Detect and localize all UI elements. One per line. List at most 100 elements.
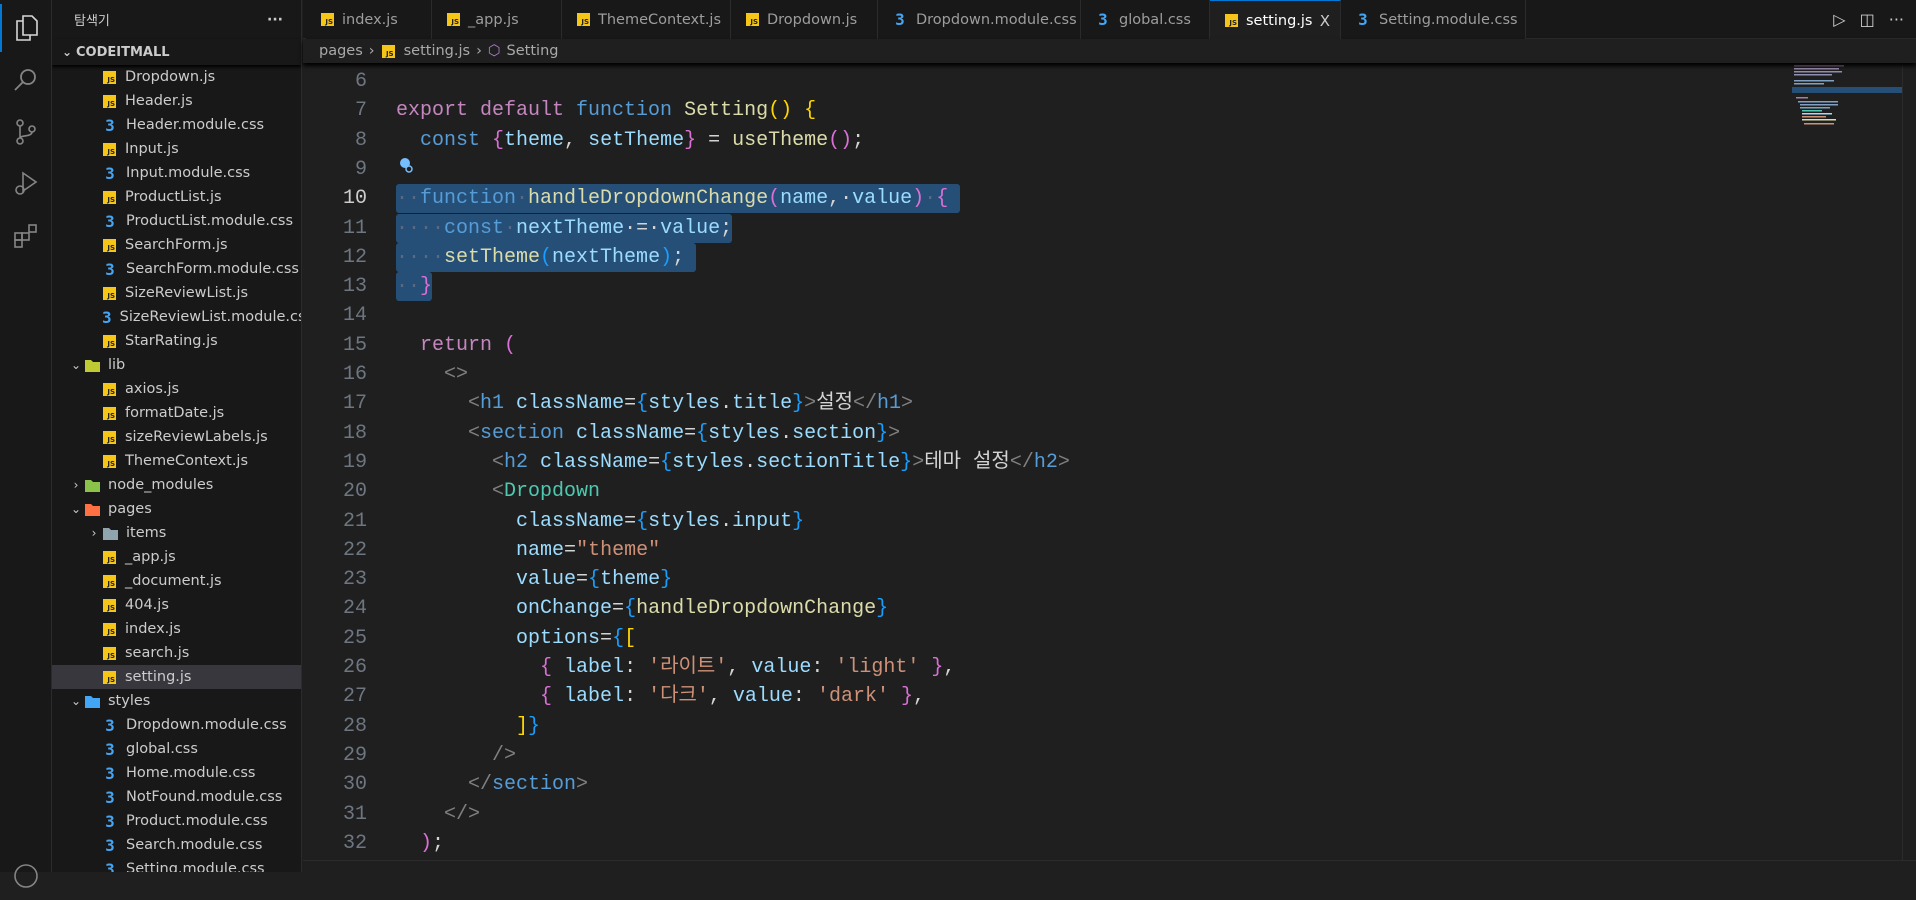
file-item[interactable]: 3 SizeReviewList.module.css	[52, 305, 301, 329]
editor-scrollbar[interactable]	[1902, 63, 1916, 860]
file-tree: JS Dropdown.js JS Header.js 3 Header.module.c…	[52, 65, 301, 872]
minimap[interactable]	[1792, 63, 1902, 133]
code-token: ;	[672, 245, 685, 269]
file-item[interactable]: JS StarRating.js	[52, 329, 301, 353]
folder-item[interactable]: › node_modules	[52, 473, 301, 497]
tab-dropdown-module-css[interactable]: 3 Dropdown.module.css	[878, 0, 1081, 39]
more-actions-icon[interactable]: ···	[267, 12, 283, 28]
css-file-icon: 3	[105, 835, 115, 855]
file-item[interactable]: JS axios.js	[52, 377, 301, 401]
lightbulb-icon[interactable]	[399, 157, 413, 177]
code-token: 'light'	[835, 656, 920, 679]
source-control-icon[interactable]	[0, 108, 52, 156]
search-icon[interactable]	[0, 56, 52, 104]
js-file-icon: JS	[1225, 14, 1238, 27]
code-token: nextTheme	[516, 216, 625, 240]
file-item[interactable]: 3 Search.module.css	[52, 833, 301, 857]
tab-label: index.js	[342, 11, 398, 28]
file-item[interactable]: 3 Setting.module.css	[52, 857, 301, 873]
code-token: name	[516, 538, 565, 562]
code-token: </	[853, 392, 878, 416]
file-item[interactable]: 3 SearchForm.module.css	[52, 257, 301, 281]
file-item[interactable]: JS ProductList.js	[52, 185, 301, 209]
code-token: value	[751, 656, 812, 679]
folder-item[interactable]: ⌄ lib	[52, 353, 301, 377]
code-token: h2	[504, 450, 541, 474]
file-item[interactable]: JS setting.js	[52, 665, 301, 689]
file-item[interactable]: 3 NotFound.module.css	[52, 785, 301, 809]
code-editor[interactable]: 6 7 export default function Setting() {8 c…	[303, 63, 1916, 860]
tab--app-js[interactable]: JS _app.js	[432, 0, 562, 39]
file-item[interactable]: 3 Product.module.css	[52, 809, 301, 833]
code-token: }	[792, 392, 805, 416]
line-number: 19	[342, 450, 367, 474]
file-item[interactable]: 3 Home.module.css	[52, 761, 301, 785]
breadcrumb-file[interactable]: setting.js	[404, 43, 470, 59]
code-token: name	[780, 187, 829, 211]
code-token: className	[516, 509, 625, 533]
file-item[interactable]: 3 Header.module.css	[52, 113, 301, 137]
tab-setting-js[interactable]: JS setting.js X	[1210, 0, 1341, 40]
file-item[interactable]: JS Header.js	[52, 89, 301, 113]
folder-item[interactable]: ⌄ styles	[52, 689, 301, 713]
folder-item[interactable]: › items	[52, 521, 301, 545]
code-token: =	[684, 421, 697, 445]
breadcrumb-folder[interactable]: pages	[319, 43, 363, 59]
code-token: {	[624, 597, 637, 621]
folder-icon	[102, 525, 118, 541]
file-item[interactable]: 3 Input.module.css	[52, 161, 301, 185]
file-item[interactable]: JS formatDate.js	[52, 401, 301, 425]
file-item[interactable]: JS index.js	[52, 617, 301, 641]
file-item[interactable]: JS 404.js	[52, 593, 301, 617]
run-debug-icon[interactable]	[0, 160, 52, 208]
tab-global-css[interactable]: 3 global.css	[1081, 0, 1210, 39]
file-item[interactable]: JS _app.js	[52, 545, 301, 569]
file-label: _app.js	[125, 549, 176, 565]
file-item[interactable]: JS Input.js	[52, 137, 301, 161]
tab-dropdown-js[interactable]: JS Dropdown.js	[731, 0, 878, 39]
chevron-right-icon: ›	[476, 43, 482, 59]
file-label: Search.module.css	[126, 837, 263, 853]
code-token: }	[900, 450, 913, 474]
code-token: }	[876, 597, 889, 621]
tab-index-js[interactable]: JS index.js	[306, 0, 432, 39]
file-item[interactable]: JS _document.js	[52, 569, 301, 593]
file-item[interactable]: JS SearchForm.js	[52, 233, 301, 257]
code-token: section	[480, 421, 577, 445]
extensions-icon[interactable]	[0, 212, 52, 260]
file-item[interactable]: 3 global.css	[52, 737, 301, 761]
code-line: 26 { label: '라이트', value: 'light' },	[303, 653, 1783, 682]
folder-item[interactable]: ⌄ pages	[52, 497, 301, 521]
file-item[interactable]: JS Dropdown.js	[52, 65, 301, 89]
close-icon[interactable]: X	[1320, 12, 1330, 30]
chevron-right-icon: ›	[73, 478, 79, 492]
file-item[interactable]: JS sizeReviewLabels.js	[52, 425, 301, 449]
folder-icon	[84, 477, 100, 493]
breadcrumb: pages › JS setting.js › ⬡ Setting	[303, 39, 1916, 63]
code-token: }	[420, 275, 433, 299]
code-token: .	[780, 421, 793, 445]
line-number: 17	[342, 392, 367, 416]
tab-setting-module-css[interactable]: 3 Setting.module.css	[1341, 0, 1526, 39]
run-icon[interactable]: ▷	[1833, 10, 1845, 29]
explorer-icon[interactable]	[0, 4, 52, 52]
more-icon[interactable]: ···	[1889, 10, 1904, 29]
js-file-icon: JS	[103, 190, 116, 204]
file-item[interactable]: 3 ProductList.module.css	[52, 209, 301, 233]
tab-themecontext-js[interactable]: JS ThemeContext.js	[562, 0, 731, 39]
code-token: className	[576, 421, 685, 445]
account-icon[interactable]	[0, 852, 52, 900]
breadcrumb-symbol[interactable]: Setting	[507, 43, 559, 59]
file-item[interactable]: 3 Dropdown.module.css	[52, 713, 301, 737]
file-item[interactable]: JS search.js	[52, 641, 301, 665]
file-item[interactable]: JS SizeReviewList.js	[52, 281, 301, 305]
file-item[interactable]: JS ThemeContext.js	[52, 449, 301, 473]
workspace-root[interactable]: ⌄ CODEITMALL	[52, 39, 301, 65]
split-editor-icon[interactable]: ◫	[1860, 10, 1875, 29]
